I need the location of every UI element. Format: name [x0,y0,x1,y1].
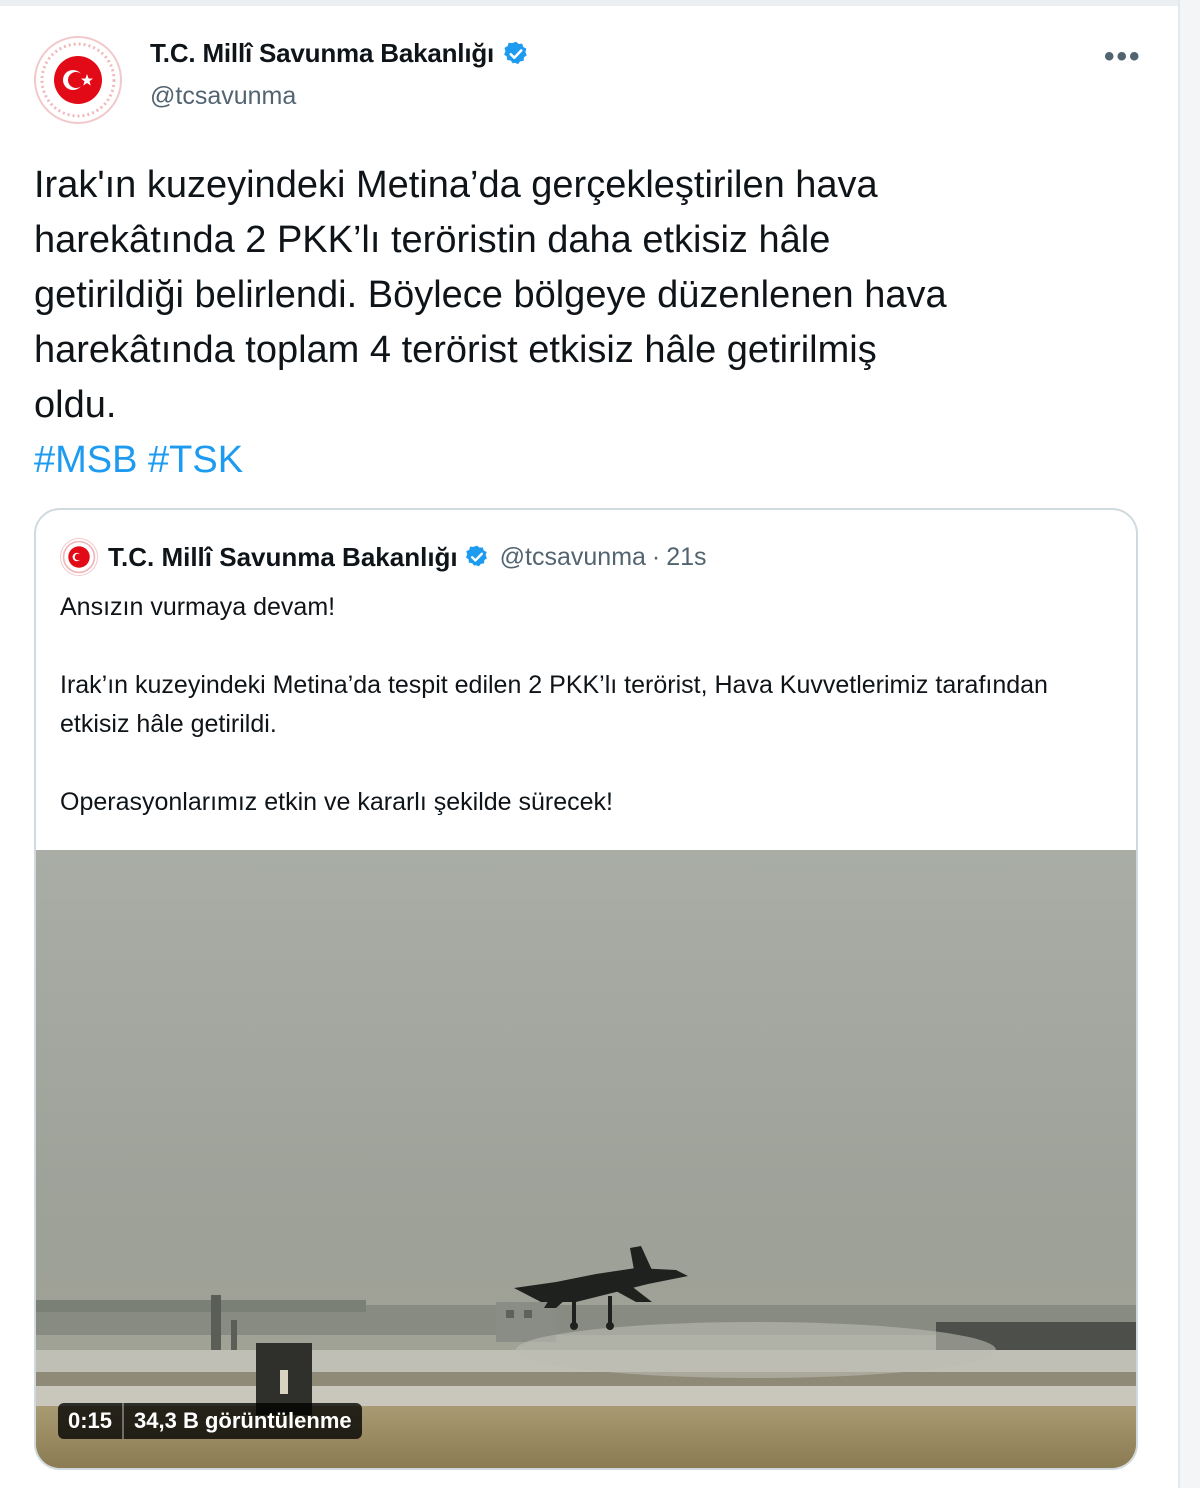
fighter-jet-takeoff-thumbnail [36,850,1136,1468]
quoted-tweet-header: T.C. Millî Savunma Bakanlığı @tcsavunma … [60,538,707,576]
tweet-text-line: harekâtında toplam 4 terörist etkisiz hâ… [34,329,877,371]
window-top-edge [0,0,1200,6]
quoted-author-avatar[interactable] [60,538,98,576]
quoted-paragraph: Operasyonlarımız etkin ve kararlı şekild… [60,788,613,816]
tweet-text-line: getirildiği belirlendi. Böylece bölgeye … [34,274,947,316]
hashtag-msb[interactable]: #MSB [34,439,137,481]
video-duration: 0:15 [58,1403,125,1439]
video-badges: 0:15 34,3 B görüntülenme [58,1403,362,1439]
ministry-emblem-icon [61,539,97,575]
ministry-emblem-icon [38,40,118,120]
author-handle[interactable]: @tcsavunma [150,82,296,111]
quoted-tweet-card[interactable]: T.C. Millî Savunma Bakanlığı @tcsavunma … [34,508,1138,1470]
quoted-timestamp[interactable]: 21s [666,543,706,572]
quoted-paragraph: Ansızın vurmaya devam! [60,593,336,621]
separator-dot: · [651,542,661,571]
hashtag-row: #MSB #TSK [34,433,1144,488]
tweet-text-line: harekâtında 2 PKK’lı teröristin daha etk… [34,219,831,261]
verified-badge-icon [465,545,487,567]
video-player[interactable]: 0:15 34,3 B görüntülenme [36,850,1136,1468]
verified-badge-icon [504,41,527,64]
quoted-paragraph: Irak’ın kuzeyindeki Metina’da tespit edi… [60,671,1048,738]
author-name[interactable]: T.C. Millî Savunma Bakanlığı [150,38,494,69]
hashtag-tsk[interactable]: #TSK [148,439,243,481]
author-avatar[interactable] [34,36,122,124]
scrollbar[interactable] [1178,0,1200,1488]
tweet-text-line: Irak'ın kuzeyindeki Metina’da gerçekleşt… [34,164,878,206]
author-name-row: T.C. Millî Savunma Bakanlığı [150,38,530,69]
quoted-author-handle[interactable]: @tcsavunma [500,543,646,572]
video-view-count: 34,3 B görüntülenme [124,1403,362,1439]
quoted-author-name[interactable]: T.C. Millî Savunma Bakanlığı [108,542,458,573]
tweet-text: Irak'ın kuzeyindeki Metina’da gerçekleşt… [34,158,1144,488]
tweet-text-line: oldu. [34,384,117,426]
more-horizontal-icon[interactable]: ••• [1104,40,1142,74]
quoted-tweet-text: Ansızın vurmaya devam! Irak’ın kuzeyinde… [60,588,1110,861]
